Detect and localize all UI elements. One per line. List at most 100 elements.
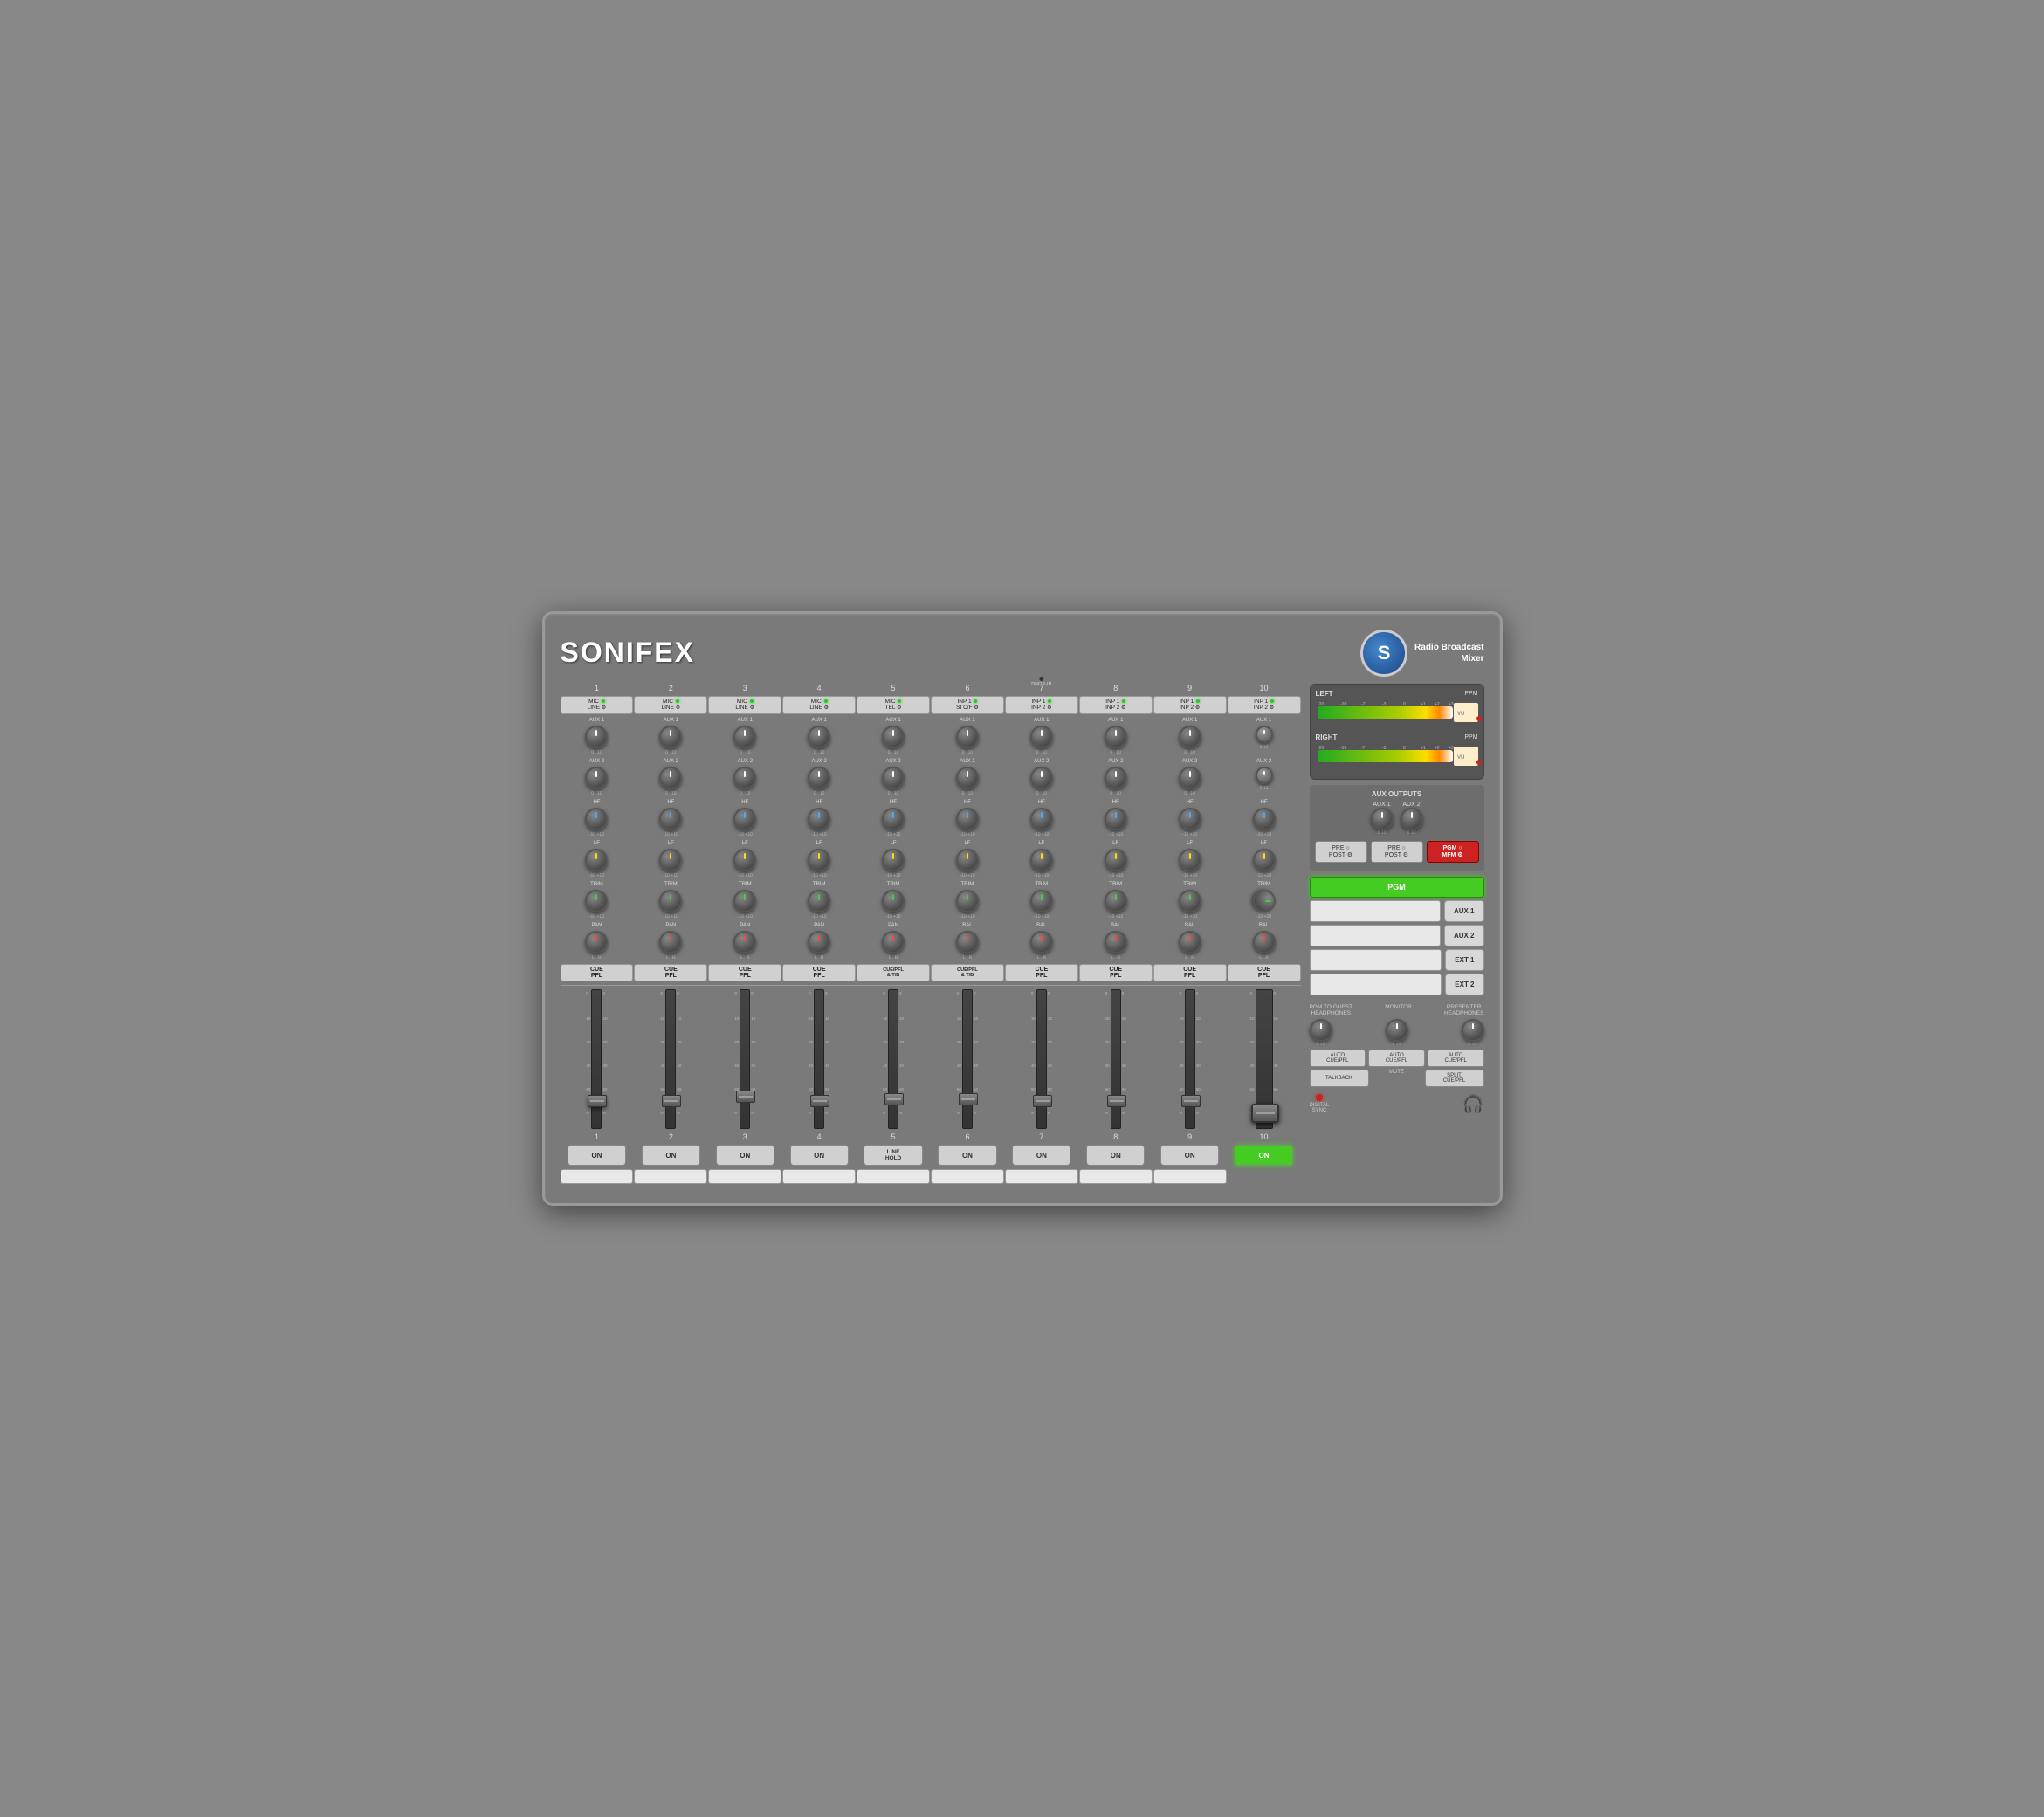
input-type-ch9[interactable]: INP 1 INP 2 ⚙ — [1153, 696, 1227, 715]
assign-btn-ch2[interactable] — [634, 1169, 707, 1184]
bal-knob-ch6[interactable] — [956, 931, 979, 953]
fader-handle-ch5[interactable] — [884, 1093, 904, 1105]
hf-knob-ch4[interactable] — [808, 808, 830, 830]
lf-knob-ch9[interactable] — [1179, 849, 1201, 871]
cue-btn-ch7[interactable]: CUEPFL — [1005, 964, 1078, 981]
cue-btn-ch1[interactable]: CUEPFL — [561, 964, 634, 981]
pan-knob-ch2[interactable] — [659, 931, 682, 953]
aux1-knob-ch3[interactable] — [733, 726, 756, 748]
on-btn-ch4[interactable]: ON — [790, 1145, 849, 1166]
trim-knob-ch4[interactable] — [808, 890, 830, 912]
bal-knob-ch7[interactable] — [1030, 931, 1053, 953]
lf-knob-ch7[interactable] — [1030, 849, 1053, 871]
presenter-knob[interactable] — [1462, 1019, 1484, 1042]
aux2-output-knob[interactable] — [1401, 808, 1423, 830]
aux1-knob-ch8[interactable] — [1105, 726, 1127, 748]
aux1-knob-ch5[interactable] — [882, 726, 905, 748]
trim-knob-ch5[interactable] — [882, 890, 905, 912]
assign-btn-ch5[interactable] — [857, 1169, 930, 1184]
aux2-knob-ch4[interactable] — [808, 767, 830, 789]
aux1-output-knob[interactable] — [1371, 808, 1394, 830]
lf-knob-ch3[interactable] — [733, 849, 756, 871]
talkback-btn[interactable]: TALKBACK — [1310, 1070, 1369, 1087]
cue-btn-ch6[interactable]: CUE/PFL& T/B — [931, 964, 1004, 981]
input-type-ch8[interactable]: INP 1 INP 2 ⚙ — [1079, 696, 1153, 715]
pgm-mfm-btn[interactable]: PGM ○MFM ⚙ — [1427, 841, 1479, 863]
aux2-knob-ch5[interactable] — [882, 767, 905, 789]
pgm-assign-btn[interactable]: PGM — [1310, 877, 1484, 898]
on-btn-ch9[interactable]: ON — [1160, 1145, 1219, 1166]
bal-knob-ch10[interactable] — [1253, 931, 1276, 953]
pan-knob-ch3[interactable] — [733, 931, 756, 953]
input-type-ch6[interactable]: INP 1 St C/F ⚙ — [931, 696, 1004, 715]
empty-btn-3[interactable] — [1310, 949, 1442, 971]
input-type-ch3[interactable]: MIC LINE ⚙ — [708, 696, 781, 715]
aux2-knob-ch1[interactable] — [585, 767, 608, 789]
trim-knob-ch9[interactable] — [1179, 890, 1201, 912]
lf-knob-ch6[interactable] — [956, 849, 979, 871]
lf-knob-ch5[interactable] — [882, 849, 905, 871]
lf-knob-ch1[interactable] — [585, 849, 608, 871]
aux1-knob-ch1[interactable] — [585, 726, 608, 748]
fader-handle-ch10[interactable] — [1251, 1104, 1279, 1123]
ext2-assign-btn[interactable]: EXT 2 — [1445, 974, 1483, 995]
aux1-knob-ch2[interactable] — [659, 726, 682, 748]
input-type-ch1[interactable]: MIC LINE ⚙ — [561, 696, 634, 715]
cue-btn-ch9[interactable]: CUEPFL — [1153, 964, 1227, 981]
pgm-guest-knob[interactable] — [1310, 1019, 1332, 1042]
trim-knob-ch6[interactable] — [956, 890, 979, 912]
fader-handle-ch2[interactable] — [662, 1095, 681, 1107]
trim-knob-ch1[interactable] — [585, 890, 608, 912]
bal-knob-ch9[interactable] — [1179, 931, 1201, 953]
monitor-knob[interactable] — [1386, 1019, 1408, 1042]
on-btn-ch5[interactable]: LINEHOLD — [864, 1145, 922, 1166]
assign-btn-ch9[interactable] — [1153, 1169, 1227, 1184]
fader-handle-ch4[interactable] — [810, 1095, 829, 1107]
assign-btn-ch1[interactable] — [561, 1169, 634, 1184]
fader-handle-ch9[interactable] — [1181, 1095, 1201, 1107]
input-type-ch10[interactable]: INP 1 INP 2 ⚙ — [1228, 696, 1301, 715]
cue-btn-ch4[interactable]: CUEPFL — [782, 964, 856, 981]
aux2-knob-ch8[interactable] — [1105, 767, 1127, 789]
fader-handle-ch7[interactable] — [1033, 1095, 1052, 1107]
fader-handle-ch6[interactable] — [959, 1093, 978, 1105]
aux1-knob-ch10[interactable] — [1256, 726, 1273, 743]
trim-knob-ch3[interactable] — [733, 890, 756, 912]
assign-btn-ch8[interactable] — [1079, 1169, 1153, 1184]
input-type-ch7[interactable]: INP 1 INP 2 ⚙ — [1005, 696, 1078, 715]
on-btn-ch3[interactable]: ON — [716, 1145, 774, 1166]
aux2-assign-btn[interactable]: AUX 2 — [1444, 925, 1484, 946]
bal-knob-ch8[interactable] — [1105, 931, 1127, 953]
fader-handle-ch8[interactable] — [1107, 1095, 1126, 1107]
lf-knob-ch10[interactable] — [1253, 849, 1276, 871]
pan-knob-ch4[interactable] — [808, 931, 830, 953]
ext1-assign-btn[interactable]: EXT 1 — [1445, 949, 1483, 971]
aux2-knob-ch10[interactable] — [1256, 767, 1273, 784]
cue-btn-ch8[interactable]: CUEPFL — [1079, 964, 1153, 981]
lf-knob-ch8[interactable] — [1105, 849, 1127, 871]
split-cue-pfl-btn[interactable]: SPLITCUE/PFL — [1425, 1070, 1484, 1087]
empty-btn-1[interactable] — [1310, 900, 1441, 922]
aux1-knob-ch6[interactable] — [956, 726, 979, 748]
input-type-ch2[interactable]: MIC LINE ⚙ — [634, 696, 707, 715]
cue-btn-ch10[interactable]: CUEPFL — [1228, 964, 1301, 981]
assign-btn-ch4[interactable] — [782, 1169, 856, 1184]
hf-knob-ch2[interactable] — [659, 808, 682, 830]
on-btn-ch1[interactable]: ON — [568, 1145, 626, 1166]
lf-knob-ch4[interactable] — [808, 849, 830, 871]
hf-knob-ch8[interactable] — [1105, 808, 1127, 830]
on-btn-ch2[interactable]: ON — [642, 1145, 700, 1166]
pan-knob-ch5[interactable] — [882, 931, 905, 953]
on-btn-ch10[interactable]: ON — [1235, 1145, 1293, 1166]
auto-cue-pfl-btn-1[interactable]: AUTOCUE/PFL — [1310, 1050, 1366, 1067]
aux2-knob-ch3[interactable] — [733, 767, 756, 789]
hf-knob-ch7[interactable] — [1030, 808, 1053, 830]
input-type-ch5[interactable]: MIC TEL ⚙ — [857, 696, 930, 715]
hf-knob-ch9[interactable] — [1179, 808, 1201, 830]
trim-knob-ch7[interactable] — [1030, 890, 1053, 912]
trim-knob-ch8[interactable] — [1105, 890, 1127, 912]
hf-knob-ch10[interactable] — [1253, 808, 1276, 830]
cue-btn-ch5[interactable]: CUE/PFL& T/B — [857, 964, 930, 981]
hf-knob-ch6[interactable] — [956, 808, 979, 830]
on-btn-ch8[interactable]: ON — [1086, 1145, 1145, 1166]
